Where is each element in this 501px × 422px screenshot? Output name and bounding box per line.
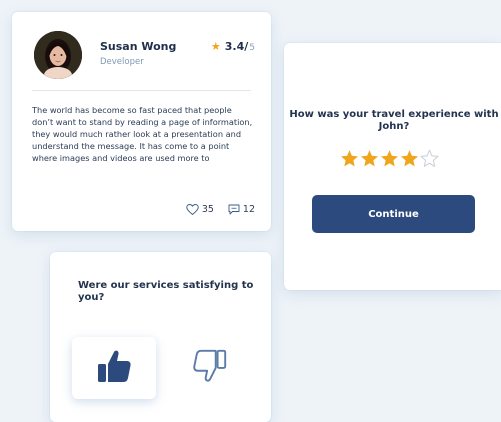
review-card: Susan Wong Developer ★ 3.4/5 The world h… — [12, 12, 271, 231]
heart-icon — [186, 204, 199, 215]
review-rating: ★ 3.4/5 — [211, 40, 255, 53]
star-empty-icon[interactable] — [420, 149, 439, 168]
review-text: The world has become so fast paced that … — [32, 105, 253, 163]
services-question: Were our services satisfying to you? — [78, 280, 254, 303]
avatar — [34, 31, 82, 79]
review-stats: 35 12 — [186, 204, 255, 215]
likes-button[interactable]: 35 — [186, 204, 214, 215]
rating-max: 5 — [249, 43, 255, 53]
rating-value: 3.4/ — [224, 40, 249, 53]
services-feedback-card: Were our services satisfying to you? — [50, 252, 271, 422]
comment-icon — [228, 204, 240, 215]
star-icon: ★ — [210, 40, 221, 53]
thumbs-up-icon — [94, 346, 134, 390]
travel-rating-card: How was your travel experience with John… — [284, 43, 501, 290]
star-rating[interactable] — [340, 149, 439, 168]
continue-button[interactable]: Continue — [312, 195, 475, 233]
star-filled-icon[interactable] — [380, 149, 399, 168]
divider — [32, 90, 251, 91]
thumbs-down-icon — [191, 346, 229, 390]
star-filled-icon[interactable] — [360, 149, 379, 168]
comments-button[interactable]: 12 — [228, 204, 255, 215]
likes-count: 35 — [201, 204, 214, 215]
thumbs-up-button[interactable] — [72, 337, 156, 399]
comments-count: 12 — [242, 204, 255, 215]
thumbs-down-button[interactable] — [180, 337, 240, 399]
reviewer-role: Developer — [100, 57, 144, 67]
star-filled-icon[interactable] — [400, 149, 419, 168]
reviewer-name: Susan Wong — [100, 40, 177, 53]
star-filled-icon[interactable] — [340, 149, 359, 168]
travel-question: How was your travel experience with John… — [289, 109, 499, 132]
